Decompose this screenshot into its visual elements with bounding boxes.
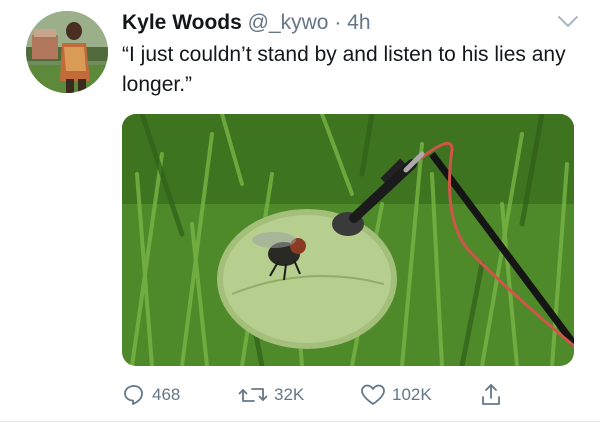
retweet-icon bbox=[238, 388, 268, 402]
reply-icon bbox=[124, 385, 143, 405]
tweet-actions: 468 32K 102K bbox=[122, 378, 574, 412]
tweet-media-image[interactable] bbox=[122, 114, 574, 366]
heart-icon bbox=[361, 384, 385, 405]
chevron-down-icon[interactable] bbox=[556, 12, 580, 32]
author-name[interactable]: Kyle Woods bbox=[122, 11, 242, 34]
separator-dot: · bbox=[334, 11, 342, 34]
share-icon bbox=[482, 384, 500, 405]
reply-count: 468 bbox=[152, 385, 181, 404]
avatar-photo bbox=[26, 11, 108, 93]
tweet-text: “I just couldn’t stand by and listen to … bbox=[122, 43, 566, 96]
tweet-timestamp[interactable]: 4h bbox=[347, 11, 370, 34]
like-count: 102K bbox=[392, 385, 432, 404]
fly-interview-photo bbox=[122, 114, 574, 366]
reply-button[interactable]: 468 bbox=[122, 378, 180, 412]
retweet-count: 32K bbox=[274, 385, 305, 404]
share-button[interactable] bbox=[479, 378, 509, 412]
avatar[interactable] bbox=[26, 11, 108, 93]
retweet-button[interactable]: 32K bbox=[238, 378, 304, 412]
like-button[interactable]: 102K bbox=[360, 378, 432, 412]
divider bbox=[0, 421, 600, 422]
tweet-card[interactable]: Kyle Woods @_kywo · 4h “I just couldn’t … bbox=[0, 0, 600, 424]
tweet-header: Kyle Woods @_kywo · 4h bbox=[122, 10, 570, 36]
author-handle[interactable]: @_kywo bbox=[248, 11, 329, 34]
